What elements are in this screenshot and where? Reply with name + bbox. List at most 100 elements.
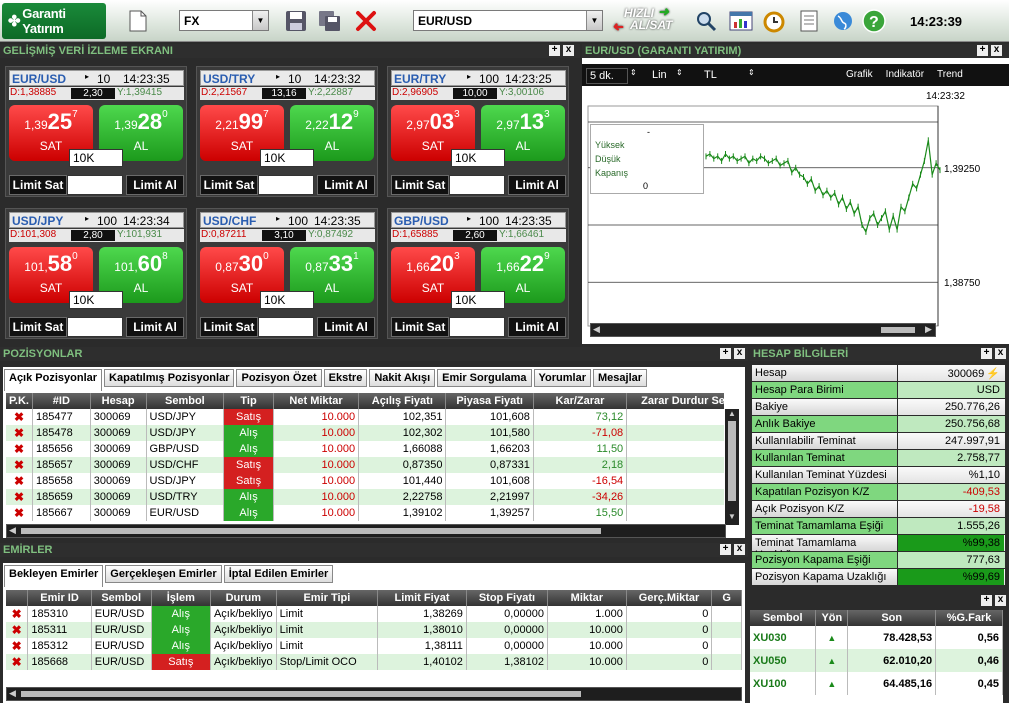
chevron-right-icon[interactable]: ▸ [276,72,280,81]
scroll-left-icon[interactable]: ◀ [9,525,16,536]
scroll-thumb[interactable] [21,528,601,534]
limit-price-input[interactable] [449,317,505,337]
maximize-icon[interactable]: + [981,348,992,359]
table-row[interactable]: ✖ 185667 300069 EUR/USD Alış 10.000 1,39102 1,3… [6,505,724,521]
cancel-order-icon[interactable]: ✖ [6,638,29,654]
table-row[interactable]: ✖ 185311 EUR/USD Alış Açık/bekliyo Limit 1,380… [6,622,742,638]
cancel-order-icon[interactable]: ✖ [6,654,29,670]
maximize-icon[interactable]: + [720,544,731,555]
limit-buy-button[interactable]: Limit Al [508,175,566,195]
chevron-right-icon[interactable]: ▸ [467,214,471,223]
tab-positions-4[interactable]: Nakit Akışı [369,369,436,387]
tile-amount[interactable]: 10 [288,72,301,86]
close-icon[interactable]: x [734,348,745,359]
quantity-input[interactable]: 10K [451,291,505,309]
limit-buy-button[interactable]: Limit Al [317,175,375,195]
close-position-icon[interactable]: ✖ [6,457,33,473]
symbol-select[interactable]: EUR/USD ▼ [413,10,603,31]
maximize-icon[interactable]: + [549,45,560,56]
scroll-left-icon[interactable]: ◀ [593,324,600,335]
orders-hscroll[interactable]: ◀ [6,687,742,701]
limit-buy-button[interactable]: Limit Al [508,317,566,337]
tab-positions-2[interactable]: Pozisyon Özet [236,369,322,387]
tab-positions-1[interactable]: Kapatılmış Pozisyonlar [104,369,235,387]
close-icon[interactable]: x [995,348,1006,359]
tab-positions-6[interactable]: Yorumlar [533,369,591,387]
tile-symbol[interactable]: USD/JPY [12,214,63,228]
help-icon[interactable]: ? [862,9,886,33]
search-icon[interactable] [694,9,718,33]
tile-amount[interactable]: 100 [97,214,117,228]
scroll-thumb[interactable] [728,421,736,501]
table-row[interactable]: ✖ 185656 300069 GBP/USD Alış 10.000 1,66088 1,6… [6,441,724,457]
cancel-order-icon[interactable]: ✖ [6,606,29,622]
limit-price-input[interactable] [67,175,123,195]
scroll-thumb[interactable] [21,691,581,697]
scroll-down-icon[interactable]: ▼ [728,512,736,521]
close-icon[interactable]: x [734,544,745,555]
new-document-icon[interactable] [126,9,150,33]
cancel-order-icon[interactable]: ✖ [6,622,29,638]
tab-positions-7[interactable]: Mesajlar [593,369,648,387]
table-row[interactable]: ✖ 185657 300069 USD/CHF Satış 10.000 0,87350 0,… [6,457,724,473]
report-icon[interactable] [797,9,821,33]
table-row[interactable]: ✖ 185658 300069 USD/JPY Satış 10.000 101,440 10… [6,473,724,489]
close-position-icon[interactable]: ✖ [6,473,33,489]
fast-trade-button[interactable]: HIZLI AL/SAT ➜ ➜ [614,5,686,37]
maximize-icon[interactable]: + [720,348,731,359]
alarm-clock-icon[interactable] [762,9,786,33]
close-position-icon[interactable]: ✖ [6,441,33,457]
limit-buy-button[interactable]: Limit Al [317,317,375,337]
table-row[interactable]: ✖ 185310 EUR/USD Alış Açık/bekliyo Limit 1,382… [6,606,742,622]
tile-amount[interactable]: 10 [97,72,110,86]
tile-symbol[interactable]: GBP/USD [394,214,449,228]
chart-scrollbar[interactable]: ◀ ▶ [590,323,936,337]
chevron-right-icon[interactable]: ▸ [85,214,89,223]
scroll-left-icon[interactable]: ◀ [9,688,16,699]
globe-icon[interactable] [831,9,855,33]
limit-sell-button[interactable]: Limit Sat [391,317,449,337]
maximize-icon[interactable]: + [981,595,992,606]
table-row[interactable]: ✖ 185659 300069 USD/TRY Alış 10.000 2,22758 2,2… [6,489,724,505]
positions-vscroll[interactable]: ▲ ▼ [725,409,739,525]
limit-sell-button[interactable]: Limit Sat [200,317,258,337]
table-row[interactable]: XU100 ▲ 64.485,16 0,45 [750,672,1003,695]
chevron-right-icon[interactable]: ▸ [276,214,280,223]
limit-sell-button[interactable]: Limit Sat [200,175,258,195]
tab-orders-2[interactable]: İptal Edilen Emirler [223,565,334,583]
price-chart[interactable]: 1,39250 1,38750 [582,44,1009,344]
limit-buy-button[interactable]: Limit Al [126,317,184,337]
limit-sell-button[interactable]: Limit Sat [391,175,449,195]
tile-symbol[interactable]: USD/CHF [203,214,256,228]
quantity-input[interactable]: 10K [69,149,123,167]
chart-window-icon[interactable] [729,9,753,33]
save-all-icon[interactable] [318,9,342,33]
limit-sell-button[interactable]: Limit Sat [9,175,67,195]
chevron-right-icon[interactable]: ▸ [85,72,89,81]
close-position-icon[interactable]: ✖ [6,409,33,425]
tile-amount[interactable]: 100 [479,72,499,86]
limit-price-input[interactable] [258,175,314,195]
close-icon[interactable]: x [563,45,574,56]
tile-symbol[interactable]: EUR/USD [12,72,66,86]
tile-symbol[interactable]: USD/TRY [203,72,255,86]
tile-amount[interactable]: 100 [479,214,499,228]
quantity-input[interactable]: 10K [69,291,123,309]
tab-positions-3[interactable]: Ekstre [323,369,368,387]
tile-symbol[interactable]: EUR/TRY [394,72,446,86]
scroll-thumb[interactable] [881,327,915,333]
delete-icon[interactable] [354,9,378,33]
chevron-right-icon[interactable]: ▸ [467,72,471,81]
limit-price-input[interactable] [67,317,123,337]
scroll-up-icon[interactable]: ▲ [728,409,736,418]
quantity-input[interactable]: 10K [451,149,505,167]
table-row[interactable]: ✖ 185478 300069 USD/JPY Alış 10.000 102,302 101… [6,425,724,441]
quantity-input[interactable]: 10K [260,149,314,167]
scroll-right-icon[interactable]: ▶ [925,324,932,335]
limit-buy-button[interactable]: Limit Al [126,175,184,195]
limit-price-input[interactable] [449,175,505,195]
quantity-input[interactable]: 10K [260,291,314,309]
table-row[interactable]: XU030 ▲ 78.428,53 0,56 [750,626,1003,649]
tab-orders-1[interactable]: Gerçekleşen Emirler [105,565,222,583]
limit-sell-button[interactable]: Limit Sat [9,317,67,337]
